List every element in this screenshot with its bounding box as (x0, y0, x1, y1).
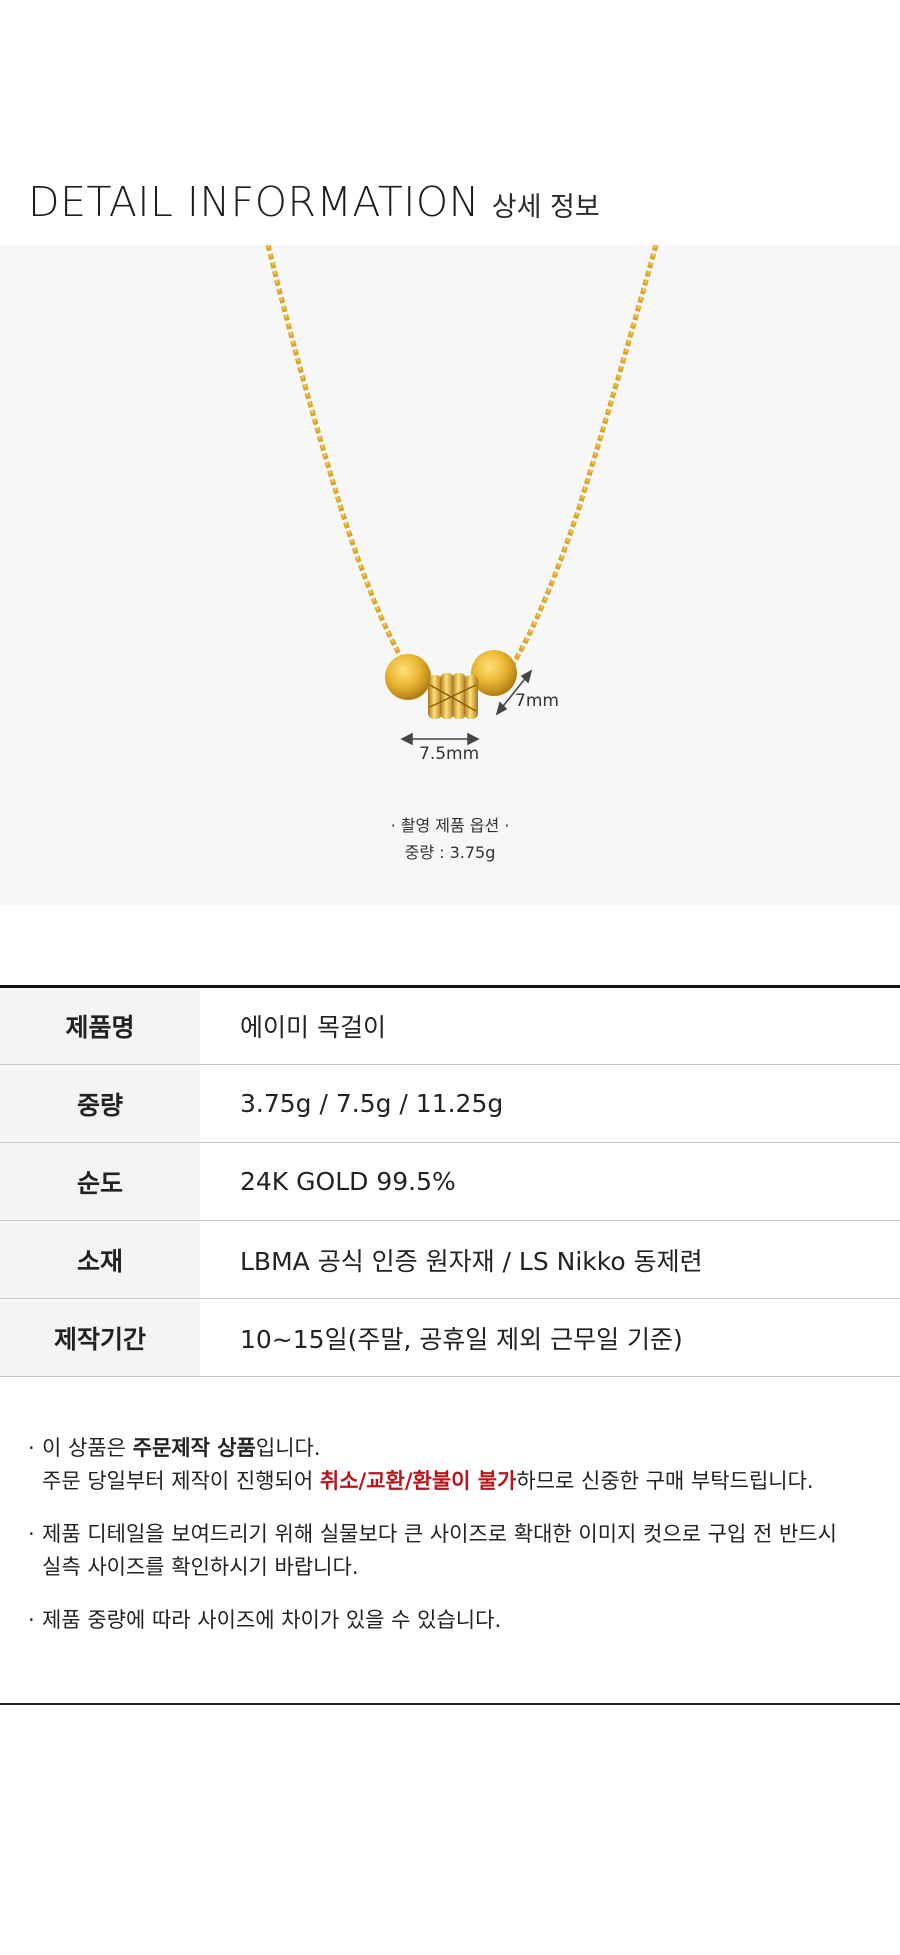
spec-table: 제품명 에이미 목걸이 중량 3.75g / 7.5g / 11.25g 순도 … (0, 985, 900, 1377)
emphasis-custom-order: 주문제작 상품 (132, 1436, 256, 1460)
table-row: 순도 24K GOLD 99.5% (0, 1142, 900, 1221)
spec-value-name: 에이미 목걸이 (240, 1013, 386, 1042)
spec-label-material: 소재 (0, 1220, 200, 1299)
necklace-illustration (265, 245, 659, 746)
header-title-en: DETAIL INFORMATION (28, 178, 480, 226)
chain-right-highlight (505, 245, 657, 676)
spec-label-weight: 중량 (0, 1064, 200, 1143)
notice-item-image-size: · 제품 디테일을 보여드리기 위해 실물보다 큰 사이즈로 확대한 이미지 컷… (28, 1522, 837, 1579)
notice-item-custom-order: · 이 상품은 주문제작 상품입니다. 주문 당일부터 제작이 진행되어 취소/… (28, 1436, 814, 1493)
photo-caption-option: · 촬영 제품 옵션 · (390, 816, 510, 835)
spec-value-production: 10~15일(주말, 공휴일 제외 근무일 기준) (240, 1324, 683, 1354)
chain-left (265, 245, 415, 677)
bead-left (385, 654, 431, 700)
divider (0, 1703, 900, 1705)
dimension-arrow-width (400, 732, 480, 746)
dimension-height-label: 7mm (515, 691, 559, 711)
spec-value-weight: 3.75g / 7.5g / 11.25g (240, 1089, 504, 1118)
table-row: 소재 LBMA 공식 인증 원자재 / LS Nikko 동제련 (0, 1220, 900, 1299)
chain-right (503, 245, 659, 677)
table-row: 중량 3.75g / 7.5g / 11.25g (0, 1064, 900, 1143)
spec-label-production: 제작기간 (0, 1298, 200, 1377)
table-row: 제품명 에이미 목걸이 (0, 986, 900, 1065)
emphasis-no-refund: 취소/교환/환불이 불가 (319, 1469, 517, 1493)
spec-label-purity: 순도 (0, 1142, 200, 1221)
spec-label-name: 제품명 (0, 986, 200, 1065)
ring-charm (428, 673, 478, 719)
spec-value-material: LBMA 공식 인증 원자재 / LS Nikko 동제련 (240, 1246, 703, 1276)
notice-list: · 이 상품은 주문제작 상품입니다. 주문 당일부터 제작이 진행되어 취소/… (28, 1432, 878, 1657)
photo-caption-weight: 중량 : 3.75g (404, 843, 496, 862)
notice-item-weight-variance: · 제품 중량에 따라 사이즈에 차이가 있을 수 있습니다. (28, 1608, 502, 1632)
chain-left-highlight (267, 245, 413, 676)
table-row: 제작기간 10~15일(주말, 공휴일 제외 근무일 기준) (0, 1298, 900, 1377)
product-photo: 7.5mm 7mm · 촬영 제품 옵션 · 중량 : 3.75g (0, 245, 900, 905)
dimension-width-label: 7.5mm (419, 744, 480, 764)
header-title-ko: 상세 정보 (491, 192, 600, 223)
section-header: DETAIL INFORMATION 상세 정보 (28, 178, 600, 226)
spec-value-purity: 24K GOLD 99.5% (240, 1167, 456, 1196)
